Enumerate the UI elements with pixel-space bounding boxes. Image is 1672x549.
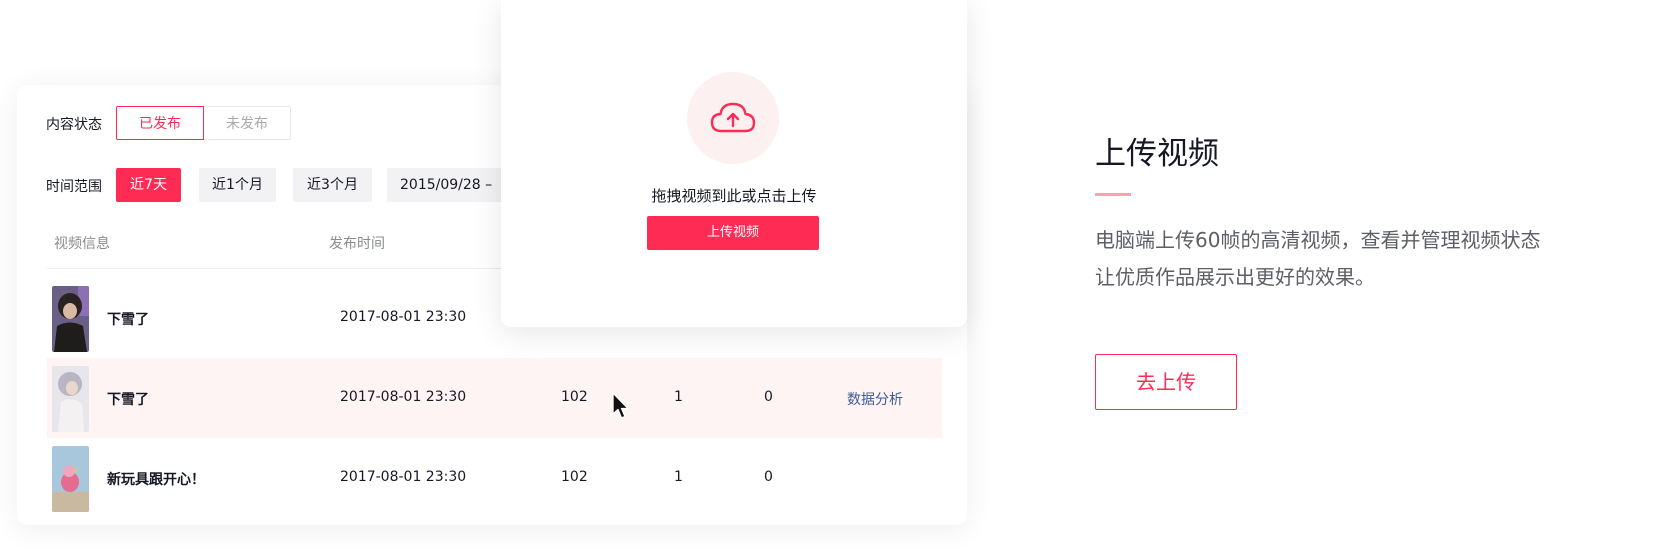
promo-title-underline [1095,193,1131,196]
promo-description-line: 让优质作品展示出更好的效果。 [1095,265,1375,289]
header-video-info: 视频信息 [54,236,110,252]
stat-value: 0 [764,469,773,485]
table-row[interactable]: 新玩具跟开心！ 2017-08-01 23:30 102 1 0 [47,438,942,518]
promo-description-line: 电脑端上传60帧的高清视频，查看并管理视频状态 [1095,228,1541,252]
time-7days-button[interactable]: 近7天 [116,168,181,202]
stat-value: 102 [561,389,588,405]
upload-icon-circle[interactable] [687,72,779,164]
go-upload-button[interactable]: 去上传 [1095,354,1237,410]
page: 内容状态 已发布 未发布 时间范围 近7天 近1个月 近3个月 2015/09/… [0,0,1672,549]
upload-dropzone-popup[interactable]: 拖拽视频到此或点击上传 上传视频 [501,0,967,327]
publish-time: 2017-08-01 23:30 [340,469,467,485]
status-unpublished-button[interactable]: 未发布 [204,106,291,140]
status-published-button[interactable]: 已发布 [116,106,204,140]
promo-title: 上传视频 [1095,136,1219,172]
data-analysis-link[interactable]: 数据分析 [847,389,903,409]
video-thumbnail[interactable] [52,286,89,352]
upload-drop-hint: 拖拽视频到此或点击上传 [651,187,817,205]
stat-value: 102 [561,469,588,485]
video-title: 新玩具跟开心！ [107,472,205,488]
video-title: 下雪了 [107,312,149,328]
video-thumbnail[interactable] [52,446,89,512]
video-title: 下雪了 [107,392,149,408]
stat-value: 1 [674,469,683,485]
time-range-label: 时间范围 [46,179,102,195]
upload-video-button[interactable]: 上传视频 [647,216,819,250]
video-thumbnail[interactable] [52,366,89,432]
time-1month-button[interactable]: 近1个月 [199,168,276,202]
publish-time: 2017-08-01 23:30 [340,309,467,325]
table-row[interactable]: 下雪了 2017-08-01 23:30 102 1 0 数据分析 [47,358,942,438]
stat-value: 1 [674,389,683,405]
publish-time: 2017-08-01 23:30 [340,389,467,405]
promo-description: 电脑端上传60帧的高清视频，查看并管理视频状态 让优质作品展示出更好的效果。 [1095,222,1615,296]
date-range-picker[interactable]: 2015/09/28 – [387,168,517,202]
mouse-cursor-icon [612,392,629,419]
header-publish-time: 发布时间 [329,236,385,252]
time-3months-button[interactable]: 近3个月 [293,168,372,202]
content-status-label: 内容状态 [46,117,102,133]
cloud-upload-icon [710,102,756,133]
stat-value: 0 [764,389,773,405]
